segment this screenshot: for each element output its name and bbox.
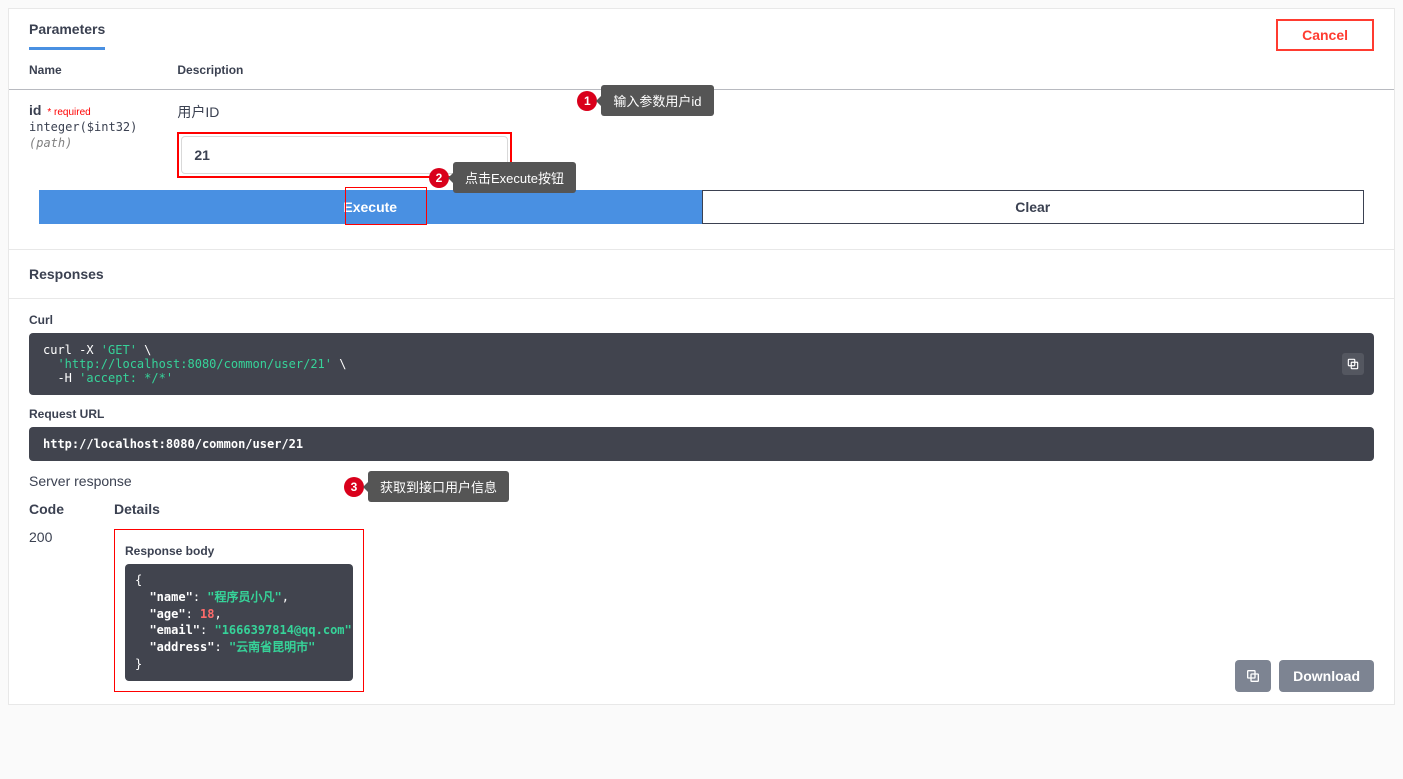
- response-details-header: Code Details: [9, 489, 1394, 525]
- annotation-badge-1: 1: [577, 91, 597, 111]
- server-response-label: Server response: [29, 473, 132, 489]
- annotation-tip-1: 输入参数用户id: [601, 85, 713, 116]
- request-url-label: Request URL: [29, 407, 1374, 421]
- param-row-id: id * required integer($int32) (path) 用户I…: [9, 90, 1394, 191]
- response-body-json: { "name": "程序员小凡", "age": 18, "email": "…: [125, 564, 353, 681]
- response-body-label: Response body: [125, 544, 353, 558]
- annotation-badge-3: 3: [344, 477, 364, 497]
- response-status-code: 200: [29, 529, 114, 545]
- curl-section: Curl curl -X 'GET' \ 'http://localhost:8…: [9, 313, 1394, 395]
- annotation-1: 1 输入参数用户id: [577, 85, 713, 116]
- code-col-header: Code: [29, 501, 114, 517]
- swagger-operation-panel: Parameters Cancel Name Description id * …: [8, 8, 1395, 705]
- parameters-tab[interactable]: Parameters: [29, 21, 105, 50]
- annotation-tip-2: 点击Execute按钮: [453, 162, 576, 193]
- download-button[interactable]: Download: [1279, 660, 1374, 692]
- required-label: * required: [47, 107, 90, 118]
- cancel-button[interactable]: Cancel: [1276, 19, 1374, 51]
- col-header-description: Description: [157, 51, 1394, 90]
- clear-button[interactable]: Clear: [702, 190, 1365, 224]
- param-name: id: [29, 102, 41, 118]
- server-response-row: Server response 3 获取到接口用户信息: [9, 473, 1394, 489]
- annotation-2: 2 点击Execute按钮: [429, 162, 576, 193]
- action-buttons-row: 2 点击Execute按钮 Execute Clear: [9, 190, 1394, 239]
- param-location: (path): [29, 136, 137, 150]
- col-header-name: Name: [9, 51, 157, 90]
- param-description: 用户ID: [177, 102, 1374, 122]
- curl-code-block: curl -X 'GET' \ 'http://localhost:8080/c…: [29, 333, 1374, 395]
- request-url-value: http://localhost:8080/common/user/21: [29, 427, 1374, 461]
- response-row: 200 Response body { "name": "程序员小凡", "ag…: [9, 525, 1394, 704]
- clipboard-icon: [1245, 668, 1261, 684]
- details-col-header: Details: [114, 501, 160, 517]
- response-actions: Download: [1235, 660, 1374, 692]
- annotation-tip-3: 获取到接口用户信息: [368, 471, 509, 502]
- responses-section-header: Responses: [9, 250, 1394, 298]
- annotation-badge-2: 2: [429, 168, 449, 188]
- curl-label: Curl: [29, 313, 1374, 327]
- annotation-3: 3 获取到接口用户信息: [344, 471, 509, 502]
- request-url-section: Request URL http://localhost:8080/common…: [9, 407, 1394, 461]
- param-type: integer($int32): [29, 120, 137, 134]
- parameters-header: Parameters Cancel: [9, 9, 1394, 51]
- copy-response-button[interactable]: [1235, 660, 1271, 692]
- execute-button[interactable]: Execute: [39, 190, 702, 224]
- copy-curl-button[interactable]: [1342, 353, 1364, 375]
- parameters-table: Name Description id * required integer($…: [9, 51, 1394, 190]
- response-body-highlight: Response body { "name": "程序员小凡", "age": …: [114, 529, 364, 692]
